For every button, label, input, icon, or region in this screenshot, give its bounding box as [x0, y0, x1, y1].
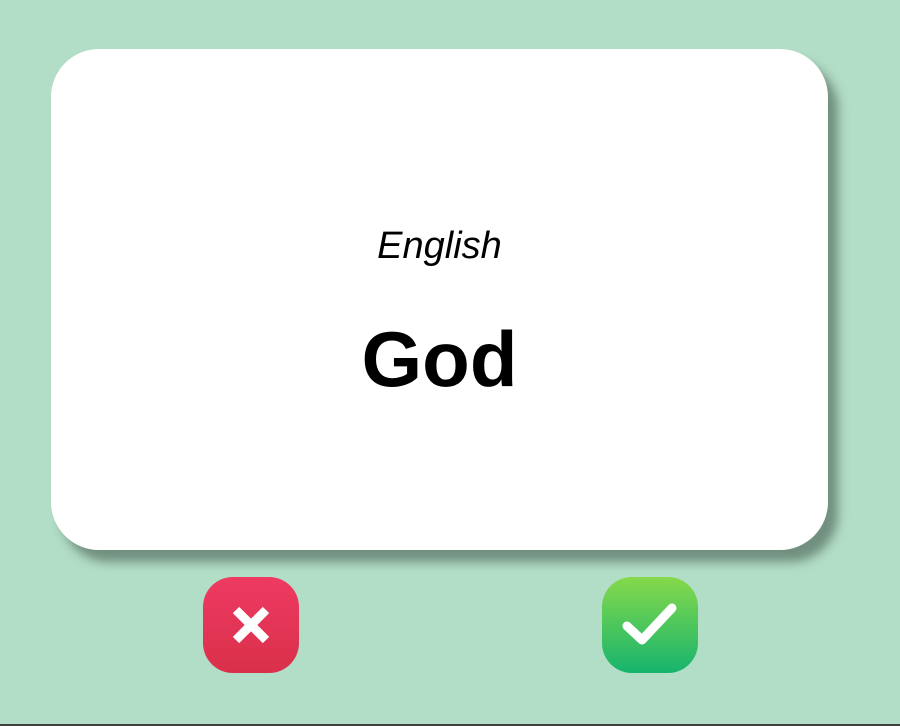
card-language-label: English [377, 225, 502, 267]
close-icon [232, 606, 270, 644]
check-icon [622, 603, 677, 645]
wrong-button[interactable] [203, 577, 299, 673]
correct-button[interactable] [602, 577, 698, 673]
card-word: God [361, 315, 518, 403]
flashcard[interactable]: English God [51, 49, 828, 550]
